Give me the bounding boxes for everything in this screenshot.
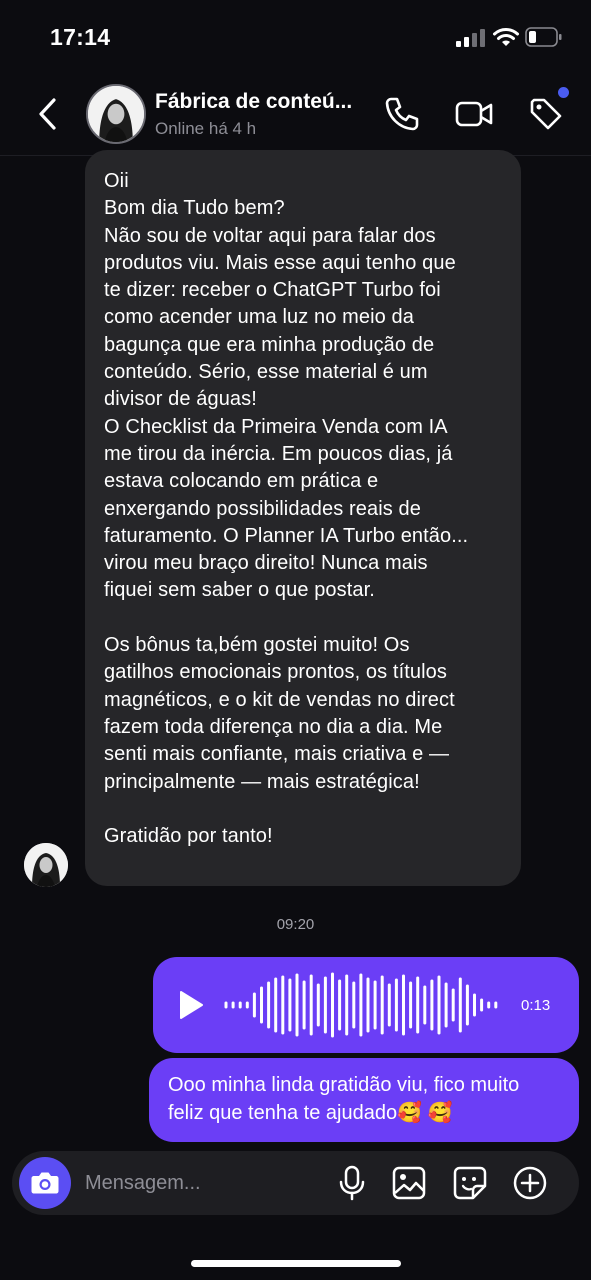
online-status: Online há 4 h <box>155 119 257 138</box>
contact-name[interactable]: Fábrica de conteú... <box>155 90 352 114</box>
status-bar: 17:14 <box>0 0 591 76</box>
back-icon[interactable] <box>34 96 60 132</box>
outgoing-message-text: Ooo minha linda gratidão viu, fico muito… <box>168 1074 520 1124</box>
plus-icon[interactable] <box>512 1164 548 1202</box>
message-timestamp: 09:20 <box>276 916 315 933</box>
contact-avatar[interactable] <box>86 84 146 144</box>
voice-duration: 0:13 <box>521 997 551 1014</box>
notification-dot <box>558 87 569 98</box>
home-indicator <box>191 1260 401 1267</box>
play-icon[interactable] <box>178 990 204 1020</box>
outgoing-message-bubble[interactable]: Ooo minha linda gratidão viu, fico muito… <box>149 1058 579 1142</box>
camera-icon <box>31 1172 59 1194</box>
camera-button[interactable] <box>19 1157 71 1209</box>
status-time: 17:14 <box>50 24 111 50</box>
audio-waveform[interactable] <box>222 970 502 1040</box>
microphone-icon[interactable] <box>334 1164 370 1202</box>
sender-avatar[interactable] <box>24 843 68 887</box>
gallery-icon[interactable] <box>391 1164 427 1202</box>
tag-icon[interactable] <box>526 94 566 134</box>
video-camera-icon[interactable] <box>454 94 494 134</box>
cellular-signal-icon <box>456 29 485 47</box>
phone-icon[interactable] <box>382 94 422 134</box>
incoming-message-bubble[interactable]: Oii Bom dia Tudo bem? Não sou de voltar … <box>85 150 521 886</box>
incoming-message-text: Oii Bom dia Tudo bem? Não sou de voltar … <box>104 170 469 848</box>
wifi-icon <box>493 28 519 46</box>
chat-header: Fábrica de conteú... Online há 4 h <box>0 76 591 156</box>
sticker-icon[interactable] <box>452 1164 488 1202</box>
battery-icon <box>525 27 562 47</box>
message-input[interactable] <box>85 1168 315 1198</box>
